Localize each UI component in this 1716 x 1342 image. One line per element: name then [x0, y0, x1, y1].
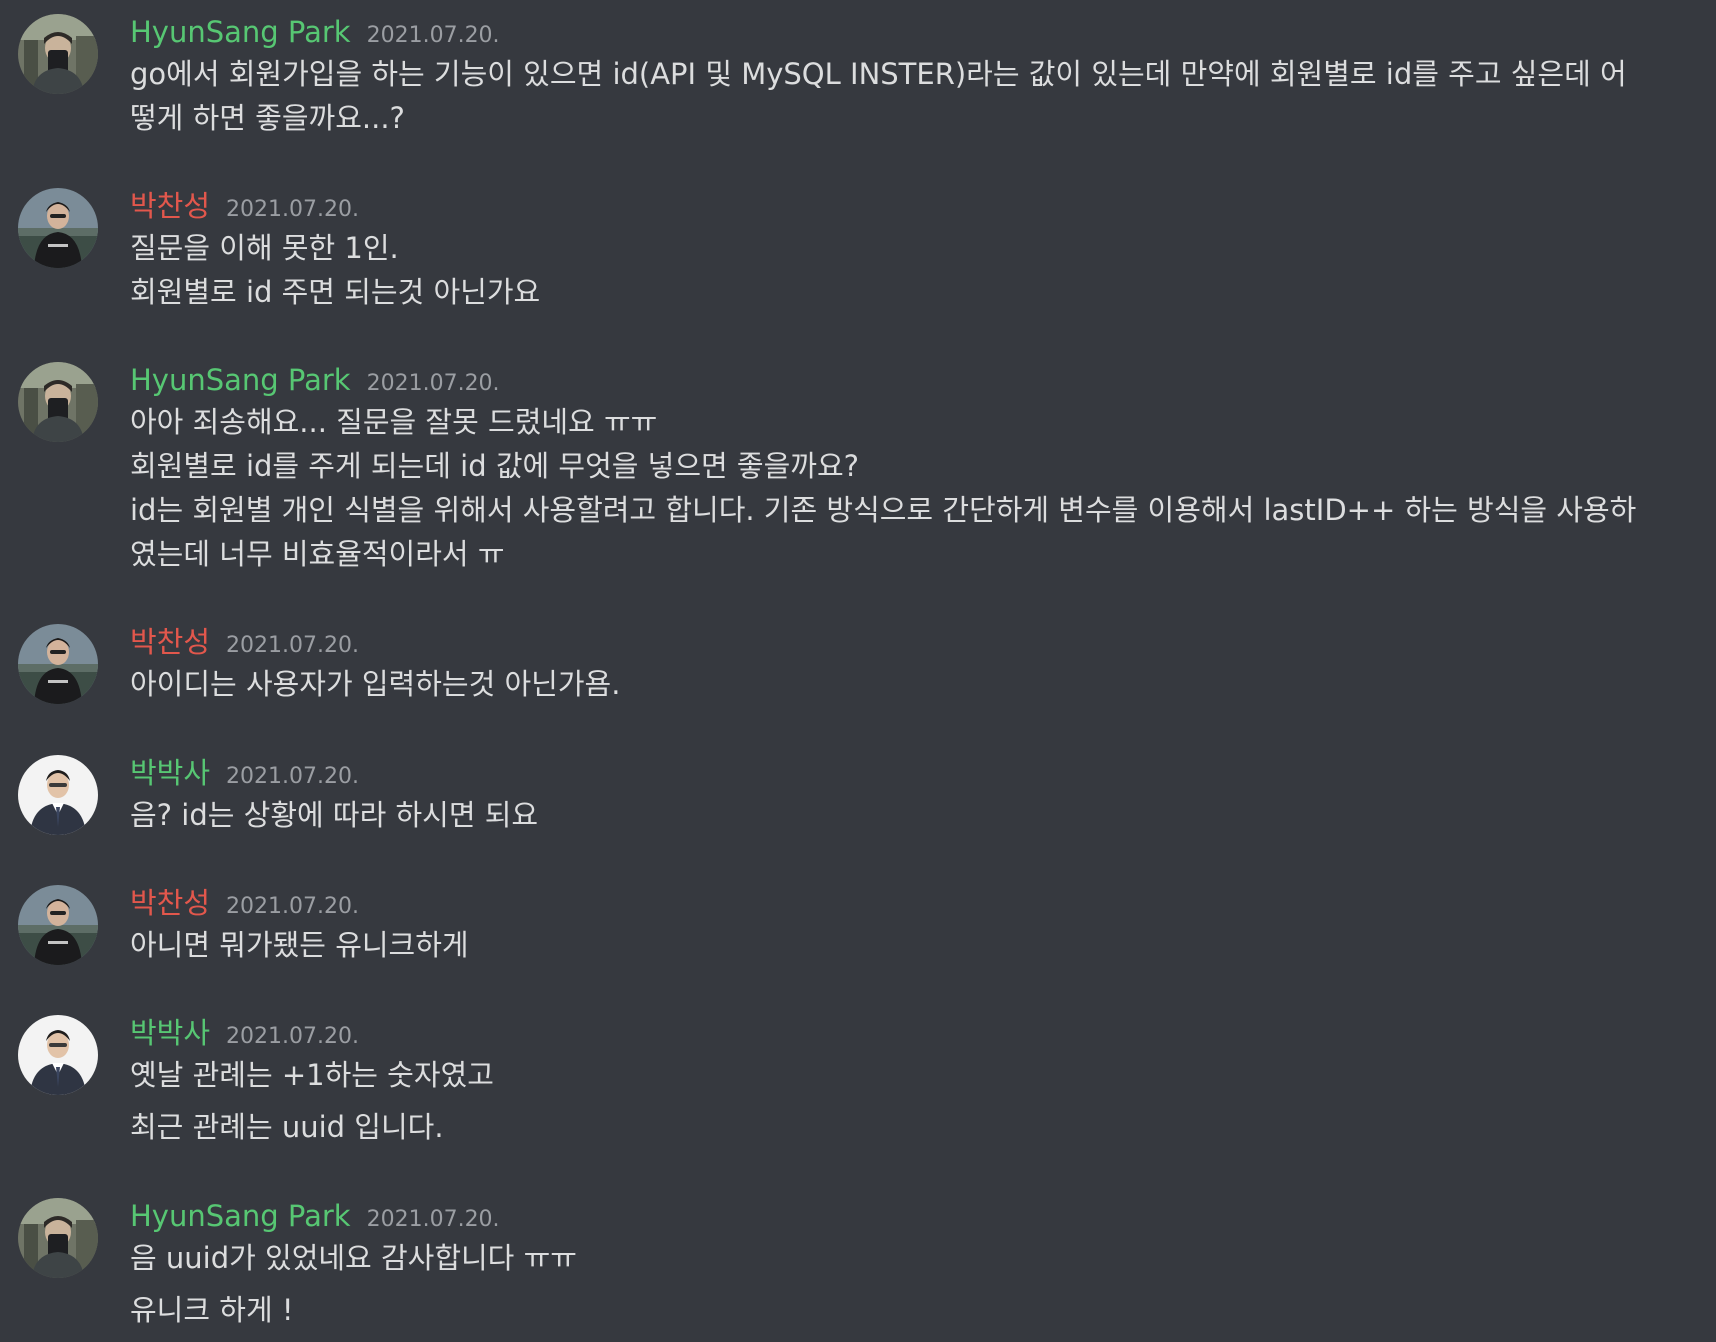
message-line: 유니크 하게 !: [130, 1293, 294, 1327]
author-name[interactable]: HyunSang Park: [130, 1198, 351, 1234]
message-line: 음 uuid가 있었네요 감사합니다 ㅠㅠ: [130, 1241, 577, 1275]
message-line: 음? id는 상황에 따라 하시면 되요: [130, 798, 539, 832]
avatar[interactable]: [18, 755, 98, 835]
message-line: 회원별로 id를 주게 되는데 id 값에 무엇을 넣으면 좋을까요?: [130, 449, 860, 483]
author-name[interactable]: HyunSang Park: [130, 14, 351, 50]
message-content: go에서 회원가입을 하는 기능이 있으면 id(API 및 MySQL INS…: [130, 52, 1690, 140]
message-line: 최근 관례는 uuid 입니다.: [130, 1110, 444, 1144]
message-header: 박찬성 2021.07.20.: [130, 624, 359, 660]
author-name[interactable]: HyunSang Park: [130, 362, 351, 398]
message-header: 박박사 2021.07.20.: [130, 1015, 359, 1051]
message-header: 박찬성 2021.07.20.: [130, 188, 359, 224]
avatar[interactable]: [18, 188, 98, 268]
message-header: HyunSang Park 2021.07.20.: [130, 1198, 500, 1234]
message-timestamp: 2021.07.20.: [226, 764, 360, 789]
message-timestamp: 2021.07.20.: [226, 633, 360, 658]
message-header: 박찬성 2021.07.20.: [130, 885, 359, 921]
avatar[interactable]: [18, 1198, 98, 1278]
message-content: 옛날 관례는 +1하는 숫자였고 최근 관례는 uuid 입니다.: [130, 1053, 1690, 1149]
message-content: 질문을 이해 못한 1인. 회원별로 id 주면 되는것 아닌가요: [130, 226, 1690, 314]
message-line: go에서 회원가입을 하는 기능이 있으면 id(API 및 MySQL INS…: [130, 57, 1627, 91]
message-line: 였는데 너무 비효율적이라서 ㅠ: [130, 537, 505, 571]
author-name[interactable]: 박찬성: [130, 885, 210, 921]
message-line: 질문을 이해 못한 1인.: [130, 231, 399, 265]
message-timestamp: 2021.07.20.: [366, 371, 500, 396]
message-timestamp: 2021.07.20.: [226, 1024, 360, 1049]
message-content: 음 uuid가 있었네요 감사합니다 ㅠㅠ 유니크 하게 !: [130, 1236, 1690, 1332]
message-timestamp: 2021.07.20.: [226, 894, 360, 919]
message-header: HyunSang Park 2021.07.20.: [130, 362, 500, 398]
message-line: 아이디는 사용자가 입력하는것 아닌가욤.: [130, 667, 621, 701]
message-content: 음? id는 상황에 따라 하시면 되요: [130, 793, 1690, 837]
message-line: 아니면 뭐가됐든 유니크하게: [130, 928, 469, 962]
message-header: HyunSang Park 2021.07.20.: [130, 14, 500, 50]
message-timestamp: 2021.07.20.: [226, 197, 360, 222]
avatar[interactable]: [18, 624, 98, 704]
message-line: 떻게 하면 좋을까요...?: [130, 101, 405, 135]
message-content: 아니면 뭐가됐든 유니크하게: [130, 923, 1690, 967]
author-name[interactable]: 박찬성: [130, 188, 210, 224]
message-content: 아이디는 사용자가 입력하는것 아닌가욤.: [130, 662, 1690, 706]
message-timestamp: 2021.07.20.: [366, 23, 500, 48]
avatar[interactable]: [18, 1015, 98, 1095]
avatar[interactable]: [18, 885, 98, 965]
author-name[interactable]: 박박사: [130, 755, 210, 791]
message-content: 아아 죄송해요... 질문을 잘못 드렸네요 ㅠㅠ 회원별로 id를 주게 되는…: [130, 400, 1690, 576]
message-timestamp: 2021.07.20.: [366, 1207, 500, 1232]
message-line: id는 회원별 개인 식별을 위해서 사용할려고 합니다. 기존 방식으로 간단…: [130, 493, 1637, 527]
message-line: 회원별로 id 주면 되는것 아닌가요: [130, 275, 541, 309]
avatar[interactable]: [18, 362, 98, 442]
message-line: 아아 죄송해요... 질문을 잘못 드렸네요 ㅠㅠ: [130, 405, 658, 439]
chat-log: HyunSang Park 2021.07.20. go에서 회원가입을 하는 …: [0, 0, 1716, 1342]
author-name[interactable]: 박박사: [130, 1015, 210, 1051]
avatar[interactable]: [18, 14, 98, 94]
author-name[interactable]: 박찬성: [130, 624, 210, 660]
message-line: 옛날 관례는 +1하는 숫자였고: [130, 1058, 494, 1092]
message-header: 박박사 2021.07.20.: [130, 755, 359, 791]
